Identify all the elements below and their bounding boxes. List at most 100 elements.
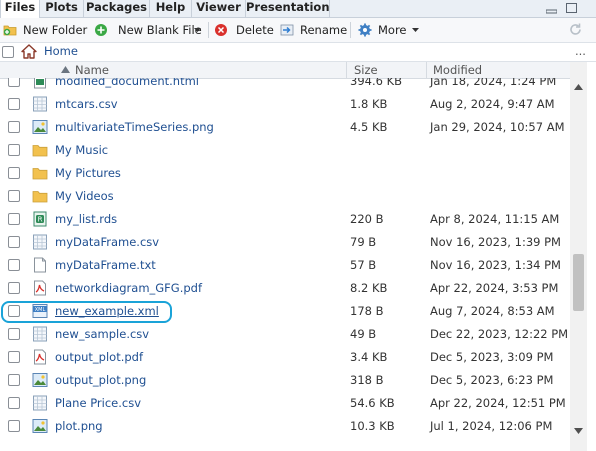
pdf-file-icon bbox=[32, 349, 48, 365]
row-checkbox[interactable] bbox=[8, 98, 20, 110]
chevron-down-icon bbox=[412, 28, 419, 32]
row-checkbox[interactable] bbox=[8, 259, 20, 271]
file-row[interactable]: myDataFrame.txt 57 B Nov 16, 2023, 1:34 PM bbox=[0, 254, 570, 277]
tab-files[interactable]: Files bbox=[0, 0, 40, 18]
more-label: More bbox=[378, 23, 407, 37]
tab-presentation[interactable]: Presentation bbox=[246, 0, 330, 17]
delete-button[interactable]: Delete bbox=[214, 21, 274, 39]
scroll-up-arrow-icon[interactable] bbox=[574, 84, 583, 90]
rds-file-icon: R bbox=[32, 211, 48, 227]
row-checkbox[interactable] bbox=[8, 144, 20, 156]
file-name-link[interactable]: Plane Price.csv bbox=[55, 392, 141, 415]
scrollbar-thumb[interactable] bbox=[573, 254, 584, 311]
new-folder-button[interactable]: New Folder bbox=[3, 21, 87, 39]
new-blank-file-button[interactable]: New Blank File bbox=[94, 21, 204, 39]
file-size: 10.3 KB bbox=[350, 419, 395, 433]
file-row[interactable]: new_sample.csv 49 B Dec 22, 2023, 12:22 PM bbox=[0, 323, 570, 346]
tab-plots[interactable]: Plots bbox=[40, 0, 84, 17]
file-row[interactable]: networkdiagram_GFG.pdf 8.2 KB Apr 22, 2024… bbox=[0, 277, 570, 300]
toolbar-separator bbox=[350, 22, 351, 38]
file-name-link[interactable]: plot.png bbox=[55, 415, 103, 438]
tab-viewer-label: Viewer bbox=[196, 0, 241, 14]
row-checkbox[interactable] bbox=[8, 328, 20, 340]
file-row[interactable]: myDataFrame.csv 79 B Nov 16, 2023, 1:39 PM bbox=[0, 231, 570, 254]
file-name-link[interactable]: networkdiagram_GFG.pdf bbox=[55, 277, 202, 300]
column-header-name[interactable]: Name bbox=[75, 62, 109, 78]
tab-viewer[interactable]: Viewer bbox=[192, 0, 246, 17]
file-size: 49 B bbox=[350, 327, 377, 341]
folder-row[interactable]: My Pictures bbox=[0, 162, 570, 185]
column-header-modified[interactable]: Modified bbox=[433, 62, 482, 78]
scroll-down-arrow-icon[interactable] bbox=[574, 428, 583, 434]
chevron-down-icon bbox=[194, 28, 201, 32]
file-row[interactable]: plot.png 10.3 KB Jul 1, 2024, 12:06 PM bbox=[0, 415, 570, 438]
file-row[interactable]: Rmy_list.rds 220 B Apr 8, 2024, 11:15 AM bbox=[0, 208, 570, 231]
folder-row[interactable]: My Videos bbox=[0, 185, 570, 208]
file-name-link[interactable]: output_plot.png bbox=[55, 369, 146, 392]
file-size: 79 B bbox=[350, 235, 377, 249]
file-name-link[interactable]: my_list.rds bbox=[55, 208, 117, 231]
column-header-size[interactable]: Size bbox=[354, 62, 378, 78]
tab-help[interactable]: Help bbox=[150, 0, 192, 17]
row-checkbox[interactable] bbox=[8, 121, 20, 133]
file-row[interactable]: output_plot.pdf 3.4 KB Dec 5, 2023, 3:09 P… bbox=[0, 346, 570, 369]
file-size: 8.2 KB bbox=[350, 281, 388, 295]
row-checkbox[interactable] bbox=[8, 282, 20, 294]
file-name-link[interactable]: mtcars.csv bbox=[55, 93, 118, 116]
file-row[interactable]: mtcars.csv 1.8 KB Aug 2, 2024, 9:47 AM bbox=[0, 93, 570, 116]
row-checkbox[interactable] bbox=[8, 374, 20, 386]
folder-file-icon bbox=[32, 188, 48, 204]
row-checkbox[interactable] bbox=[8, 167, 20, 179]
home-icon[interactable] bbox=[21, 44, 37, 59]
csv-file-icon bbox=[32, 96, 48, 112]
vertical-scrollbar[interactable] bbox=[570, 62, 587, 451]
file-name-link[interactable]: My Music bbox=[55, 139, 108, 162]
file-name-link[interactable]: modified_document.html bbox=[55, 78, 199, 93]
breadcrumb-home-link[interactable]: Home bbox=[44, 43, 78, 59]
row-checkbox[interactable] bbox=[8, 420, 20, 432]
row-checkbox[interactable] bbox=[8, 351, 20, 363]
column-divider bbox=[346, 62, 347, 78]
breadcrumb-more-button[interactable]: ... bbox=[575, 43, 586, 59]
file-row[interactable]: modified_document.html 394.6 KB Jan 18, 20… bbox=[0, 78, 570, 93]
file-row[interactable]: multivariateTimeSeries.png 4.5 KB Jan 29, … bbox=[0, 116, 570, 139]
folder-file-icon bbox=[32, 142, 48, 158]
file-modified: Jul 1, 2024, 12:06 PM bbox=[430, 419, 553, 433]
tab-packages[interactable]: Packages bbox=[84, 0, 150, 17]
file-name-link[interactable]: My Pictures bbox=[55, 162, 121, 185]
sort-ascending-icon bbox=[61, 66, 70, 73]
folder-file-icon bbox=[32, 165, 48, 181]
row-checkbox[interactable] bbox=[8, 213, 20, 225]
txt-file-icon bbox=[32, 257, 48, 273]
pane-tab-bar: Files Plots Packages Help Viewer Present… bbox=[0, 0, 596, 18]
breadcrumb: Home ... bbox=[0, 43, 596, 62]
file-name-link[interactable]: output_plot.pdf bbox=[55, 346, 143, 369]
file-name-link[interactable]: new_sample.csv bbox=[55, 323, 149, 346]
files-toolbar: New Folder New Blank File Delete Rename … bbox=[0, 18, 596, 43]
file-list: modified_document.html 394.6 KB Jan 18, 20… bbox=[0, 78, 570, 451]
file-name-link[interactable]: myDataFrame.txt bbox=[55, 254, 156, 277]
refresh-icon[interactable] bbox=[568, 22, 583, 37]
row-checkbox[interactable] bbox=[8, 190, 20, 202]
rename-button[interactable]: Rename bbox=[280, 21, 347, 39]
file-name-link[interactable]: My Videos bbox=[55, 185, 114, 208]
row-checkbox[interactable] bbox=[8, 236, 20, 248]
row-checkbox[interactable] bbox=[8, 78, 20, 87]
file-size: 178 B bbox=[350, 304, 384, 318]
row-checkbox[interactable] bbox=[8, 397, 20, 409]
select-all-checkbox[interactable] bbox=[2, 46, 14, 58]
folder-row[interactable]: My Music bbox=[0, 139, 570, 162]
minimize-icon[interactable] bbox=[545, 3, 558, 14]
png-file-icon bbox=[32, 372, 48, 388]
more-button[interactable]: More bbox=[358, 21, 420, 39]
file-row[interactable]: Plane Price.csv 54.6 KB Apr 22, 2024, 12:5… bbox=[0, 392, 570, 415]
file-row[interactable]: output_plot.png 318 B Dec 5, 2023, 6:23 PM bbox=[0, 369, 570, 392]
tab-plots-label: Plots bbox=[45, 0, 78, 14]
toolbar-separator bbox=[208, 22, 209, 38]
file-size: 57 B bbox=[350, 258, 377, 272]
file-name-link[interactable]: myDataFrame.csv bbox=[55, 231, 159, 254]
maximize-icon[interactable] bbox=[566, 3, 577, 13]
file-modified: Aug 7, 2024, 8:53 AM bbox=[430, 304, 555, 318]
file-name-link[interactable]: multivariateTimeSeries.png bbox=[55, 116, 214, 139]
csv-file-icon bbox=[32, 395, 48, 411]
